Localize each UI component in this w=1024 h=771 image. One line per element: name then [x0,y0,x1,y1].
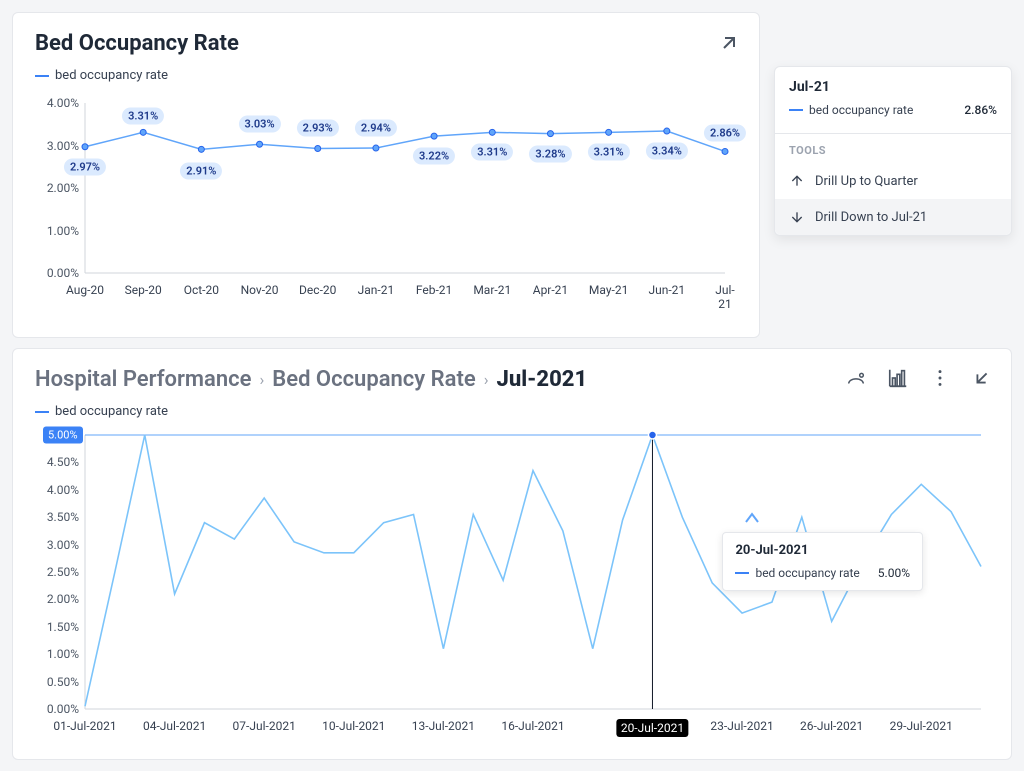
legend-swatch [35,75,49,77]
data-label: 3.31% [588,144,630,161]
top-chart-area: 0.00%1.00%2.00%3.00%4.00%Aug-20Sep-20Oct… [35,93,737,303]
legend-swatch [789,109,803,111]
top-chart-panel: Bed Occupancy Rate bed occupancy rate 0.… [12,12,760,338]
data-label: 3.22% [413,148,455,165]
data-label: 3.31% [122,108,164,125]
popup-series-value: 2.86% [964,103,997,117]
tooltip-value: 5.00% [878,566,910,580]
drill-popup: Jul-21 bed occupancy rate 2.86% TOOLS Dr… [774,66,1012,236]
tooltip-title: 20-Jul-2021 [735,543,910,558]
drill-up-button[interactable]: Drill Up to Quarter [775,163,1011,199]
bottom-chart-panel: Hospital Performance › Bed Occupancy Rat… [12,348,1012,760]
legend-label: bed occupancy rate [55,68,168,83]
arrow-up-icon [789,173,805,189]
tooltip-caret-icon [744,512,760,524]
crumb-period: Jul-2021 [497,367,588,392]
collapse-icon[interactable] [971,367,993,389]
more-icon[interactable] [929,367,951,389]
legend-swatch [735,572,749,574]
data-label: 3.31% [471,144,513,161]
drill-up-label: Drill Up to Quarter [815,174,918,189]
arrow-down-icon [789,209,805,225]
popup-series-name: bed occupancy rate [809,103,913,117]
chevron-right-icon: › [484,370,489,389]
data-label: 2.91% [180,163,222,180]
bar-chart-icon[interactable] [887,367,909,389]
legend-swatch [35,411,49,413]
data-label: 2.94% [355,120,397,137]
legend: bed occupancy rate [35,404,989,419]
popup-series-row: bed occupancy rate 2.86% [789,103,997,117]
crumb-metric[interactable]: Bed Occupancy Rate [272,367,475,392]
data-label: 3.28% [529,145,571,162]
data-label: 2.97% [64,158,106,175]
chart-title: Bed Occupancy Rate [35,31,737,56]
data-label: 3.03% [238,116,280,133]
data-label: 2.86% [704,125,746,142]
data-label: 2.93% [297,120,339,137]
chart-toolbar [845,367,993,389]
chevron-right-icon: › [259,370,264,389]
drill-down-button[interactable]: Drill Down to Jul-21 [775,199,1011,235]
tools-heading: TOOLS [775,134,1011,163]
bottom-chart-area: 0.00%0.50%1.00%1.50%2.00%2.50%3.00%3.50%… [35,429,989,739]
legend: bed occupancy rate [35,68,737,83]
legend-label: bed occupancy rate [55,404,168,419]
data-label: 3.34% [646,143,688,160]
crumb-root[interactable]: Hospital Performance [35,367,251,392]
expand-icon[interactable] [717,31,741,55]
tooltip-series: bed occupancy rate [755,566,859,580]
alert-icon[interactable] [845,367,867,389]
drill-down-label: Drill Down to Jul-21 [815,210,927,225]
tooltip-row: bed occupancy rate 5.00% [735,566,910,580]
popup-title: Jul-21 [789,79,997,95]
point-tooltip: 20-Jul-2021 bed occupancy rate 5.00% [722,532,923,591]
